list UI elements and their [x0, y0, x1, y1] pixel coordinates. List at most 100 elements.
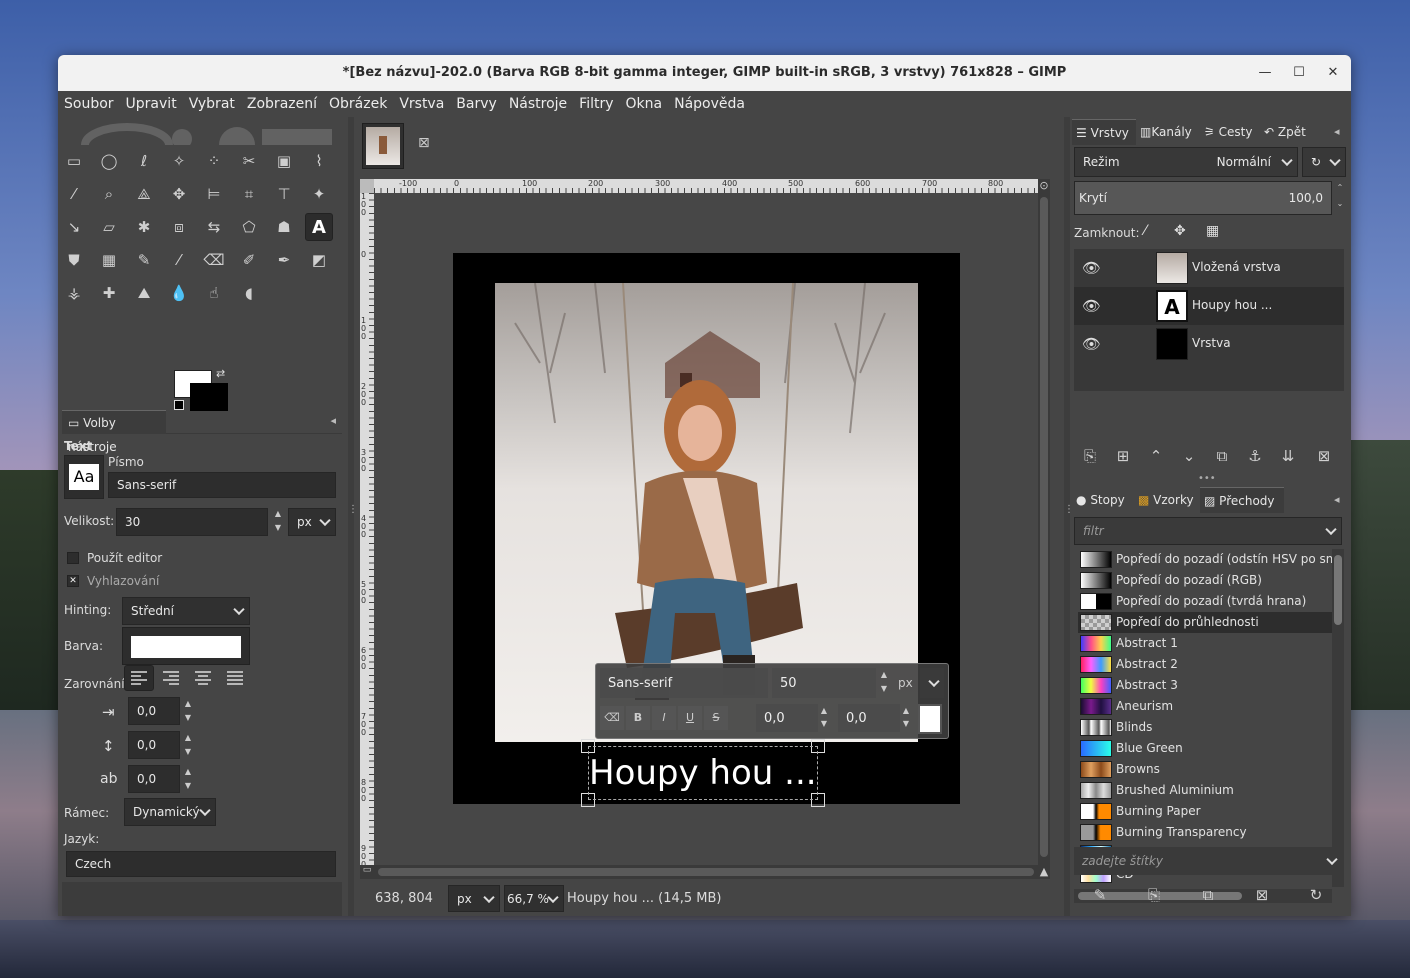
zoom-select[interactable]: 66,7 %	[504, 885, 564, 912]
layer-row[interactable]: 👁 Vrstva	[1074, 325, 1344, 363]
tab-gradients[interactable]: ▨ Přechody	[1200, 487, 1284, 513]
size-unit-select[interactable]: px	[288, 508, 336, 536]
shear-icon[interactable]: ▱	[95, 213, 123, 241]
line-spacing-input[interactable]: 0,0	[128, 731, 180, 759]
gradient-item[interactable]: Abstract 1	[1078, 633, 1334, 654]
tab-channels[interactable]: ▥Kanály	[1136, 119, 1200, 145]
flip-icon[interactable]: ⇆	[200, 213, 228, 241]
delete-layer-icon[interactable]: ⊠	[1310, 447, 1338, 465]
opacity-increase-icon[interactable]: ⌃	[1332, 183, 1348, 192]
cage-icon[interactable]: ✱	[130, 213, 158, 241]
vertical-scrollbar[interactable]	[1038, 193, 1050, 865]
baseline-increase-icon[interactable]: ▲	[816, 706, 832, 715]
horizontal-scrollbar[interactable]	[374, 865, 1038, 879]
anchor-layer-icon[interactable]: ⚓	[1241, 447, 1269, 465]
refresh-gradients-icon[interactable]: ↻	[1302, 886, 1330, 904]
perspective-clone-icon[interactable]: ⛰	[130, 279, 158, 307]
canvas-text[interactable]: Houpy hou ...	[589, 753, 817, 793]
horizontal-scroll-thumb[interactable]	[378, 868, 1034, 876]
navigate-icon[interactable]: ⊙	[1038, 179, 1050, 193]
letter-spacing-increase-icon[interactable]: ▲	[180, 767, 196, 776]
mode-select[interactable]: Režim Normální	[1074, 147, 1298, 177]
pencil-icon[interactable]: ✎	[130, 246, 158, 274]
visibility-eye-icon[interactable]: 👁	[1082, 259, 1101, 277]
text-tool-icon[interactable]: A	[305, 213, 333, 241]
line-spacing-increase-icon[interactable]: ▲	[180, 733, 196, 742]
font-preview[interactable]: Aa	[64, 455, 104, 499]
size-input[interactable]: 30	[116, 508, 268, 536]
ink-icon[interactable]: ✒	[270, 246, 298, 274]
blur-icon[interactable]: 💧	[165, 279, 193, 307]
language-field[interactable]: Czech	[66, 851, 336, 877]
overlay-unit[interactable]: px	[898, 676, 913, 690]
gradient-item[interactable]: Popředí do pozadí (odstín HSV po směr	[1078, 549, 1334, 570]
panel-menu-icon[interactable]: ◂	[1334, 125, 1340, 138]
indent-input[interactable]: 0,0	[128, 697, 180, 725]
tab-brushes[interactable]: ● Stopy	[1072, 487, 1134, 513]
crop-icon[interactable]: ⌗	[235, 180, 263, 208]
raise-layer-icon[interactable]: ⌃	[1142, 447, 1170, 465]
tab-undo[interactable]: ↶ Zpět	[1260, 119, 1316, 145]
indent-increase-icon[interactable]: ▲	[180, 699, 196, 708]
gradient-item[interactable]: Popředí do průhlednosti	[1078, 612, 1334, 633]
strikethrough-icon[interactable]: S	[704, 706, 728, 730]
dodge-burn-icon[interactable]: ◖	[235, 279, 263, 307]
use-editor-checkbox[interactable]	[67, 552, 79, 564]
overlay-font-field[interactable]: Sans-serif	[600, 668, 768, 698]
paths-icon[interactable]: ⌇	[305, 147, 333, 175]
menu-help[interactable]: Nápověda	[674, 91, 751, 117]
gradient-icon[interactable]: ▦	[95, 246, 123, 274]
kerning-decrease-icon[interactable]: ▼	[898, 719, 914, 728]
gradient-item[interactable]: Burning Paper	[1078, 801, 1334, 822]
gradient-item[interactable]: Popředí do pozadí (tvrdá hrana)	[1078, 591, 1334, 612]
heal-icon[interactable]: ✚	[95, 279, 123, 307]
tags-input[interactable]: zadejte štítky	[1074, 847, 1342, 875]
layer-row[interactable]: 👁 A Houpy hou ...	[1074, 287, 1344, 325]
edit-gradient-icon[interactable]: ✎	[1086, 886, 1114, 904]
overlay-size-decrease-icon[interactable]: ▼	[876, 684, 892, 693]
image-canvas[interactable]: Houpy hou ... Sans-serif 50 ▲ ▼ px ⌫ B I…	[374, 193, 1038, 865]
layer-row[interactable]: 👁 Vložená vrstva	[1074, 249, 1344, 287]
line-spacing-decrease-icon[interactable]: ▼	[180, 747, 196, 756]
gradient-item[interactable]: Blue Green	[1078, 738, 1334, 759]
composite-mode-select[interactable]: ↻	[1302, 147, 1346, 177]
justify-center-icon[interactable]	[188, 665, 218, 691]
overlay-size-increase-icon[interactable]: ▲	[876, 670, 892, 679]
smudge-icon[interactable]: ☝	[200, 279, 228, 307]
size-decrease-icon[interactable]: ▼	[270, 523, 286, 532]
new-layer-icon[interactable]: ⎘	[1076, 447, 1104, 465]
clear-style-icon[interactable]: ⌫	[600, 706, 624, 730]
gradient-item[interactable]: Browns	[1078, 759, 1334, 780]
gradient-item[interactable]: Brushed Aluminium	[1078, 780, 1334, 801]
clone-icon[interactable]: ⚶	[60, 279, 88, 307]
ellipse-select-icon[interactable]: ◯	[95, 147, 123, 175]
eraser-icon[interactable]: ⌫	[200, 246, 228, 274]
scissors-icon[interactable]: ✂	[235, 147, 263, 175]
justify-right-icon[interactable]	[156, 665, 186, 691]
unified-transform-icon[interactable]: ⊤	[270, 180, 298, 208]
font-field[interactable]: Sans-serif	[108, 472, 336, 498]
gradient-item[interactable]: Abstract 2	[1078, 654, 1334, 675]
kerning-field[interactable]: 0,0	[838, 704, 900, 732]
overlay-size-field[interactable]: 50	[772, 668, 876, 698]
move-icon[interactable]: ✥	[165, 180, 193, 208]
menu-select[interactable]: Vybrat	[189, 91, 241, 117]
vertical-scroll-thumb[interactable]	[1040, 197, 1048, 857]
new-gradient-icon[interactable]: ⎘	[1140, 886, 1168, 904]
paint-bucket-icon[interactable]: ⛊	[60, 246, 88, 274]
mypaint-brush-icon[interactable]: ◩	[305, 246, 333, 274]
italic-icon[interactable]: I	[652, 706, 676, 730]
foreground-select-icon[interactable]: ▣	[270, 147, 298, 175]
panel-menu-icon[interactable]: ◂	[330, 414, 336, 427]
justify-fill-icon[interactable]	[220, 665, 250, 691]
letter-spacing-input[interactable]: 0,0	[128, 765, 180, 793]
letter-spacing-decrease-icon[interactable]: ▼	[180, 781, 196, 790]
new-layer-group-icon[interactable]: ⊞	[1109, 447, 1137, 465]
menu-image[interactable]: Obrázek	[329, 91, 393, 117]
indent-decrease-icon[interactable]: ▼	[180, 713, 196, 722]
paintbrush-icon[interactable]: ⁄	[165, 246, 193, 274]
lock-alpha-icon[interactable]: ▦	[1206, 223, 1219, 239]
text-color-button[interactable]	[122, 627, 250, 665]
gradient-item[interactable]: Burning Transparency	[1078, 822, 1334, 843]
warp-icon[interactable]: ✦	[305, 180, 333, 208]
